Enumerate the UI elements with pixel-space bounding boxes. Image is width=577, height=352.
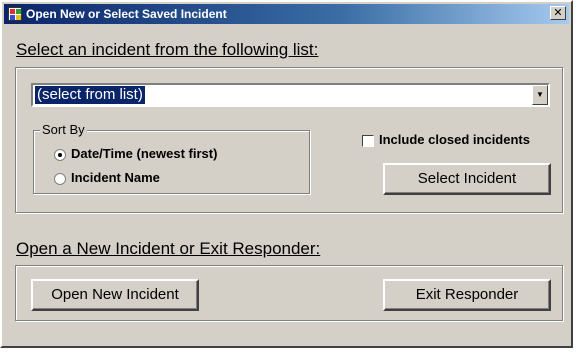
checkbox-icon[interactable]: [362, 134, 374, 147]
select-section-heading: Select an incident from the following li…: [16, 40, 319, 59]
sort-option-name-label: Incident Name: [71, 170, 160, 185]
incident-combo[interactable]: (select from list) ▼: [31, 83, 550, 107]
radio-unselected-icon[interactable]: [54, 172, 66, 185]
sort-option-name[interactable]: Incident Name: [54, 170, 160, 185]
incident-combo-value: (select from list): [35, 86, 145, 104]
select-incident-button[interactable]: Select Incident: [383, 163, 551, 195]
app-icon: [8, 7, 22, 21]
open-section-heading: Open a New Incident or Exit Responder:: [16, 239, 321, 258]
sort-by-legend: Sort By: [40, 122, 87, 137]
exit-responder-button[interactable]: Exit Responder: [383, 279, 551, 311]
chevron-down-icon[interactable]: ▼: [532, 85, 548, 105]
open-new-incident-button[interactable]: Open New Incident: [31, 279, 199, 311]
sort-option-date-label: Date/Time (newest first): [71, 146, 218, 161]
window-title: Open New or Select Saved Incident: [26, 7, 227, 21]
include-closed-checkbox[interactable]: Include closed incidents: [362, 132, 530, 147]
close-icon[interactable]: ✕: [550, 6, 566, 20]
title-bar[interactable]: Open New or Select Saved Incident ✕: [4, 4, 569, 24]
include-closed-label: Include closed incidents: [379, 132, 530, 147]
sort-option-date[interactable]: Date/Time (newest first): [54, 146, 217, 161]
radio-selected-icon[interactable]: [54, 148, 66, 161]
